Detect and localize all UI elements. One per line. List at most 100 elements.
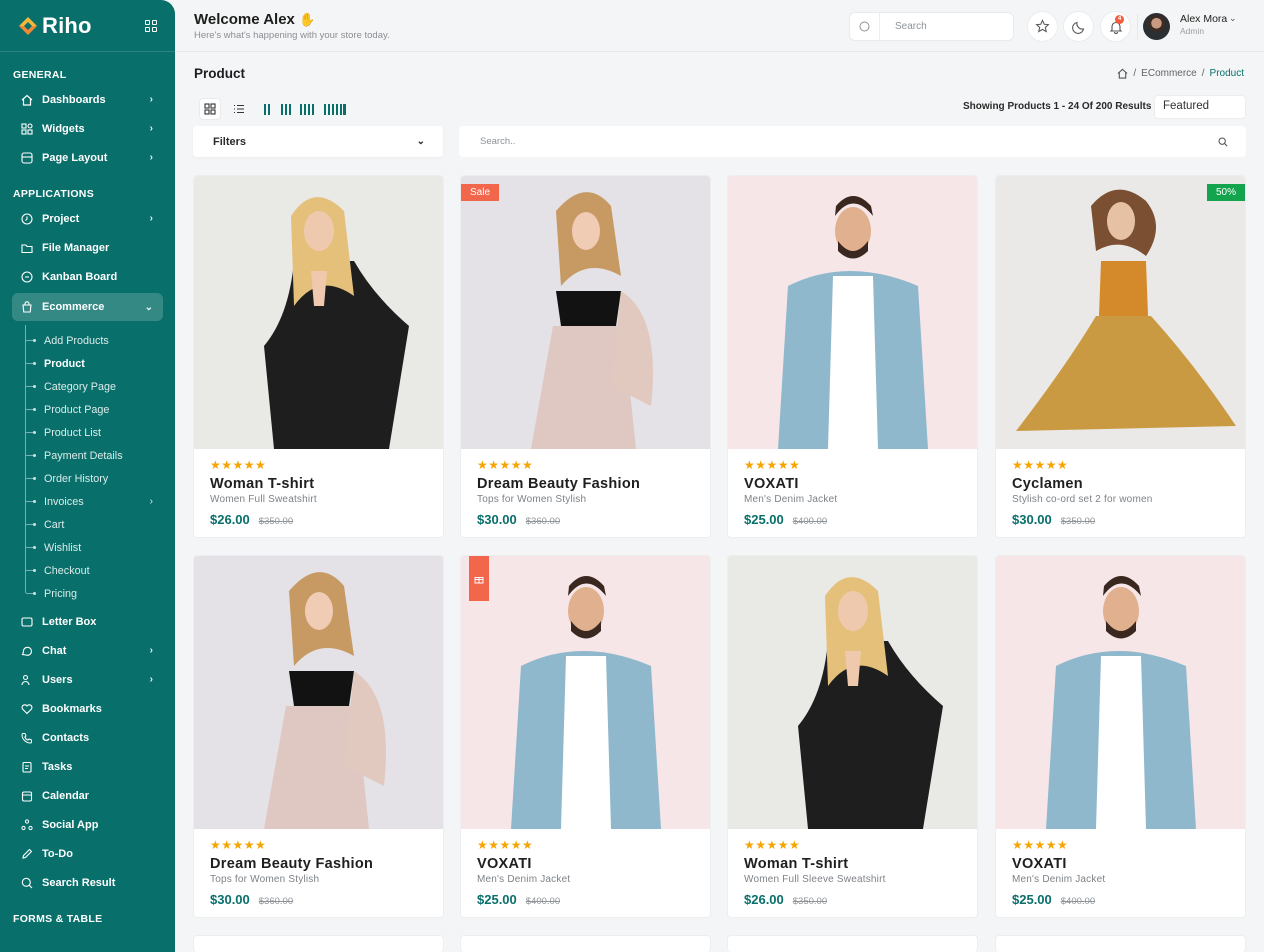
- product-card[interactable]: [995, 935, 1246, 952]
- submenu-item-checkout[interactable]: Checkout: [25, 559, 175, 582]
- sidebar-item-label: Page Layout: [42, 151, 108, 164]
- header-search[interactable]: Search: [849, 12, 1014, 41]
- sidebar-item-ecommerce[interactable]: Ecommerce ⌄: [12, 293, 163, 321]
- product-name[interactable]: VOXATI: [1012, 856, 1235, 872]
- chevron-down-icon[interactable]: ⌄: [1229, 13, 1237, 24]
- sidebar-item-page-layout[interactable]: Page Layout ›: [0, 143, 175, 172]
- product-image[interactable]: [194, 556, 443, 829]
- product-name[interactable]: Woman T-shirt: [744, 856, 967, 872]
- breadcrumb-ecommerce[interactable]: ECommerce: [1141, 68, 1197, 79]
- brand-name[interactable]: Riho: [42, 13, 92, 39]
- notifications-button[interactable]: 4: [1100, 11, 1131, 42]
- product-search-input[interactable]: Search..: [459, 126, 1246, 157]
- product-card[interactable]: [193, 935, 444, 952]
- product-card[interactable]: Sale ★★★★★ Dream Beauty Fashion Tops for…: [460, 175, 711, 538]
- product-price: $30.00 $350.00: [1012, 512, 1235, 527]
- sidebar-item-project[interactable]: Project ›: [0, 204, 175, 233]
- home-icon: [21, 94, 33, 106]
- sidebar-item-social-app[interactable]: Social App: [0, 810, 175, 839]
- sort-select[interactable]: Featured: [1154, 95, 1246, 119]
- header-search-placeholder: Search: [895, 21, 927, 32]
- rating-stars: ★★★★★: [1012, 458, 1069, 472]
- submenu-item-product-list[interactable]: Product List: [25, 421, 175, 444]
- user-name[interactable]: Alex Mora: [1180, 13, 1227, 25]
- submenu-item-add-products[interactable]: Add Products: [25, 329, 175, 352]
- product-desc: Tops for Women Stylish: [210, 874, 320, 885]
- product-card[interactable]: ★★★★★ VOXATI Men's Denim Jacket $25.00 $4…: [727, 175, 978, 538]
- gift-icon: [474, 576, 484, 583]
- columns-2-button[interactable]: [264, 104, 271, 115]
- columns-4-button[interactable]: [300, 104, 315, 115]
- grid-icon: [204, 103, 216, 115]
- submenu-item-product[interactable]: Product: [25, 352, 175, 375]
- sidebar-item-dashboards[interactable]: Dashboards ›: [0, 85, 175, 114]
- price-current: $30.00: [477, 512, 517, 527]
- sidebar-item-file-manager[interactable]: File Manager: [0, 233, 175, 262]
- price-old: $360.00: [525, 516, 561, 527]
- welcome-subtitle: Here's what's happening with your store …: [194, 30, 390, 41]
- product-card[interactable]: 50% ★★★★★ Cyclamen Stylish co-ord set 2 …: [995, 175, 1246, 538]
- product-name[interactable]: VOXATI: [477, 856, 700, 872]
- grid-view-button[interactable]: [199, 98, 221, 120]
- sidebar-item-contacts[interactable]: Contacts: [0, 723, 175, 752]
- dark-mode-button[interactable]: [1063, 11, 1094, 42]
- columns-6-button[interactable]: [324, 104, 346, 115]
- home-icon[interactable]: [1117, 68, 1128, 79]
- product-card[interactable]: ★★★★★ Woman T-shirt Women Full Sleeve Sw…: [727, 555, 978, 918]
- product-name[interactable]: Cyclamen: [1012, 476, 1235, 492]
- sidebar-item-letter-box[interactable]: Letter Box: [0, 607, 175, 636]
- product-name[interactable]: Dream Beauty Fashion: [210, 856, 433, 872]
- product-info: ★★★★★ VOXATI Men's Denim Jacket $25.00 $4…: [477, 838, 700, 907]
- widgets-icon: [21, 122, 33, 135]
- submenu-item-payment-details[interactable]: Payment Details: [25, 444, 175, 467]
- product-card[interactable]: ★★★★★ Dream Beauty Fashion Tops for Wome…: [193, 555, 444, 918]
- sidebar-item-label: Social App: [42, 818, 99, 831]
- product-image[interactable]: [728, 556, 977, 829]
- sidebar-item-search-result[interactable]: Search Result: [0, 868, 175, 897]
- bookmark-star-button[interactable]: [1027, 11, 1058, 42]
- list-view-button[interactable]: [228, 98, 250, 120]
- submenu-item-category-page[interactable]: Category Page: [25, 375, 175, 398]
- sidebar-item-kanban-board[interactable]: Kanban Board: [0, 262, 175, 291]
- submenu-item-wishlist[interactable]: Wishlist: [25, 536, 175, 559]
- product-name[interactable]: Dream Beauty Fashion: [477, 476, 700, 492]
- submenu-item-cart[interactable]: Cart: [25, 513, 175, 536]
- sidebar-item-widgets[interactable]: Widgets ›: [0, 114, 175, 143]
- product-info: ★★★★★ VOXATI Men's Denim Jacket $25.00 $4…: [744, 458, 967, 527]
- product-card[interactable]: [460, 935, 711, 952]
- sidebar-item-calendar[interactable]: Calendar: [0, 781, 175, 810]
- sidebar-item-users[interactable]: Users ›: [0, 665, 175, 694]
- product-image[interactable]: [728, 176, 977, 449]
- product-image[interactable]: [996, 556, 1245, 829]
- product-card[interactable]: ★★★★★ VOXATI Men's Denim Jacket $25.00 $4…: [995, 555, 1246, 918]
- product-desc: Stylish co-ord set 2 for women: [1012, 494, 1153, 505]
- submenu-item-product-page[interactable]: Product Page: [25, 398, 175, 421]
- search-icon[interactable]: [1218, 136, 1228, 147]
- submenu-item-order-history[interactable]: Order History: [25, 467, 175, 490]
- chevron-down-icon: ⌄: [416, 136, 425, 147]
- sidebar-item-to-do[interactable]: To-Do: [0, 839, 175, 868]
- submenu-item-invoices[interactable]: Invoices ›: [25, 490, 175, 513]
- avatar[interactable]: [1143, 13, 1170, 40]
- product-image[interactable]: [996, 176, 1245, 449]
- product-name[interactable]: Woman T-shirt: [210, 476, 433, 492]
- submenu-item-pricing[interactable]: Pricing: [25, 582, 175, 605]
- product-name[interactable]: VOXATI: [744, 476, 967, 492]
- sidebar-item-label: Widgets: [42, 122, 85, 135]
- product-card[interactable]: [727, 935, 978, 952]
- sidebar-toggle-icon[interactable]: [145, 19, 157, 32]
- filters-dropdown[interactable]: Filters ⌄: [193, 126, 443, 157]
- search-icon: [21, 877, 33, 888]
- columns-3-button[interactable]: [281, 104, 292, 115]
- sidebar-item-tasks[interactable]: Tasks: [0, 752, 175, 781]
- rating-stars: ★★★★★: [1012, 838, 1069, 852]
- product-image[interactable]: [194, 176, 443, 449]
- product-image[interactable]: [461, 176, 710, 449]
- sidebar-item-chat[interactable]: Chat ›: [0, 636, 175, 665]
- product-card[interactable]: ★★★★★ VOXATI Men's Denim Jacket $25.00 $4…: [460, 555, 711, 918]
- sidebar-item-bookmarks[interactable]: Bookmarks: [0, 694, 175, 723]
- product-image[interactable]: [461, 556, 710, 829]
- product-card[interactable]: ★★★★★ Woman T-shirt Women Full Sweatshir…: [193, 175, 444, 538]
- submenu-item-label: Invoices: [44, 495, 84, 508]
- product-price: $26.00 $350.00: [210, 512, 433, 527]
